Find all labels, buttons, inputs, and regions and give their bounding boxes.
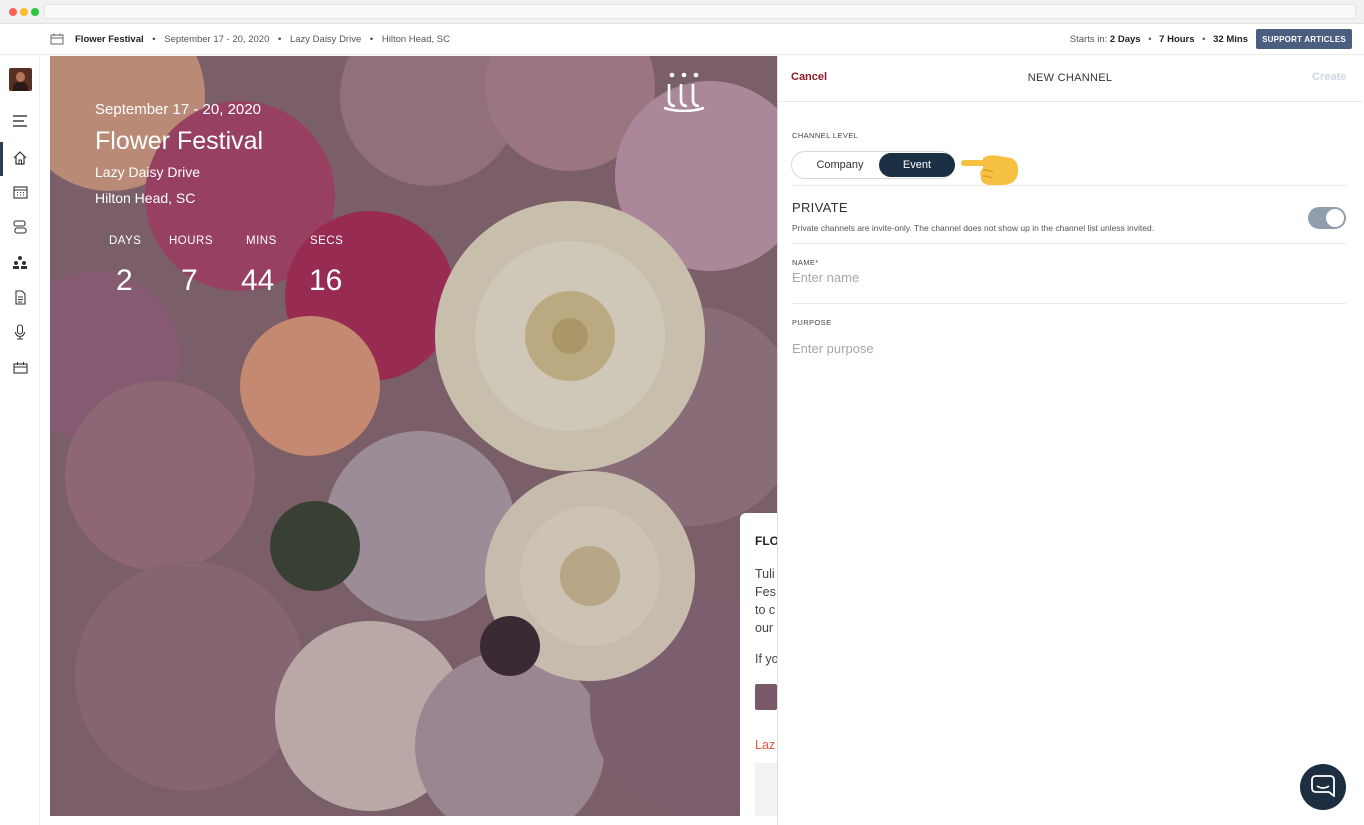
hero-location: Lazy Daisy Drive bbox=[95, 164, 201, 180]
document-icon[interactable] bbox=[10, 287, 30, 307]
event-venue: Lazy Daisy Drive bbox=[289, 34, 362, 45]
separator: • bbox=[369, 34, 374, 45]
starts-in-countdown: Starts in: 2 Days • 7 Hours • 32 Mins bbox=[1070, 34, 1248, 45]
channel-level-label: CHANNEL LEVEL bbox=[792, 131, 859, 140]
chat-icon bbox=[1311, 774, 1335, 798]
divider bbox=[792, 243, 1346, 244]
separator: • bbox=[1202, 34, 1206, 45]
ticket-icon bbox=[50, 33, 64, 45]
card-title: FLO bbox=[755, 534, 777, 548]
separator: • bbox=[152, 34, 156, 45]
minimize-window-button[interactable] bbox=[20, 8, 28, 16]
separator: • bbox=[1148, 34, 1152, 45]
card-thumbnail bbox=[755, 684, 777, 710]
browser-window: Flower Festival • September 17 - 20, 202… bbox=[0, 0, 1364, 825]
purpose-label: PURPOSE bbox=[792, 318, 832, 327]
agenda-icon[interactable] bbox=[10, 217, 30, 237]
browser-chrome bbox=[0, 0, 1364, 24]
divider bbox=[792, 185, 1346, 186]
countdown-hours: 7 bbox=[181, 264, 198, 297]
people-icon[interactable] bbox=[10, 252, 30, 272]
event-name: Flower Festival bbox=[75, 34, 144, 45]
chat-launcher-button[interactable] bbox=[1300, 764, 1346, 810]
event-hero-banner: September 17 - 20, 2020 Flower Festival … bbox=[50, 56, 777, 816]
channel-level-event[interactable]: Event bbox=[879, 153, 955, 177]
event-dates: September 17 - 20, 2020 bbox=[164, 34, 270, 45]
pointing-hand-icon bbox=[961, 155, 1019, 185]
starts-hours: 7 Hours bbox=[1159, 34, 1195, 45]
card-map bbox=[755, 763, 777, 816]
hero-title: Flower Festival bbox=[95, 127, 264, 155]
new-channel-panel: Cancel NEW CHANNEL Create CHANNEL LEVEL … bbox=[777, 56, 1362, 825]
brand-logo-icon bbox=[663, 72, 705, 112]
starts-label: Starts in: bbox=[1069, 34, 1108, 45]
private-title: PRIVATE bbox=[792, 200, 848, 215]
sidebar bbox=[0, 56, 40, 825]
hero-city: Hilton Head, SC bbox=[95, 190, 196, 206]
event-topbar: Flower Festival • September 17 - 20, 202… bbox=[0, 25, 1364, 55]
ticket-icon[interactable] bbox=[10, 357, 30, 377]
private-toggle[interactable] bbox=[1308, 207, 1346, 229]
avatar[interactable] bbox=[9, 68, 32, 91]
countdown-days-label: DAYS bbox=[109, 235, 142, 247]
countdown-secs-label: SECS bbox=[310, 235, 344, 247]
microphone-icon[interactable] bbox=[10, 322, 30, 342]
card-text-line: Tuli bbox=[755, 567, 775, 581]
channel-level-toggle: Company Event bbox=[791, 151, 955, 179]
menu-icon[interactable] bbox=[10, 111, 30, 131]
divider bbox=[792, 303, 1346, 304]
countdown-days: 2 bbox=[116, 264, 133, 297]
card-text-line: Fes bbox=[755, 585, 776, 599]
channel-level-company[interactable]: Company bbox=[798, 153, 882, 177]
support-articles-button[interactable]: SUPPORT ARTICLES bbox=[1256, 29, 1352, 49]
hero-date: September 17 - 20, 2020 bbox=[95, 101, 261, 118]
panel-title: NEW CHANNEL bbox=[1027, 72, 1113, 84]
starts-days: 2 Days bbox=[1109, 34, 1141, 45]
address-bar[interactable] bbox=[44, 4, 1356, 19]
purpose-input[interactable] bbox=[792, 341, 1346, 356]
countdown-mins: 44 bbox=[241, 264, 275, 297]
close-window-button[interactable] bbox=[9, 8, 17, 16]
name-label: NAME* bbox=[792, 258, 819, 267]
separator: • bbox=[278, 34, 282, 45]
active-indicator bbox=[0, 142, 3, 176]
card-text-line: our bbox=[755, 621, 774, 635]
event-info-card: FLO Tuli Fes to c our If yo Laz bbox=[740, 513, 777, 816]
create-button[interactable]: Create bbox=[1312, 71, 1346, 83]
toggle-knob bbox=[1326, 209, 1344, 227]
card-link[interactable]: Laz bbox=[755, 738, 775, 752]
event-breadcrumb: Flower Festival • September 17 - 20, 202… bbox=[75, 34, 450, 45]
event-city: Hilton Head, SC bbox=[381, 34, 450, 45]
starts-mins: 32 Mins bbox=[1213, 34, 1248, 45]
home-icon[interactable] bbox=[10, 148, 30, 168]
name-input[interactable] bbox=[792, 270, 1346, 285]
card-text-line: If yo bbox=[755, 652, 777, 666]
countdown-mins-label: MINS bbox=[246, 235, 277, 247]
calendar-icon[interactable] bbox=[10, 182, 30, 202]
maximize-window-button[interactable] bbox=[31, 8, 39, 16]
card-text-line: to c bbox=[755, 603, 776, 617]
countdown-secs: 16 bbox=[309, 264, 343, 297]
private-description: Private channels are invite-only. The ch… bbox=[792, 223, 1155, 233]
panel-header: Cancel NEW CHANNEL Create bbox=[778, 56, 1362, 102]
countdown-hours-label: HOURS bbox=[169, 235, 214, 247]
